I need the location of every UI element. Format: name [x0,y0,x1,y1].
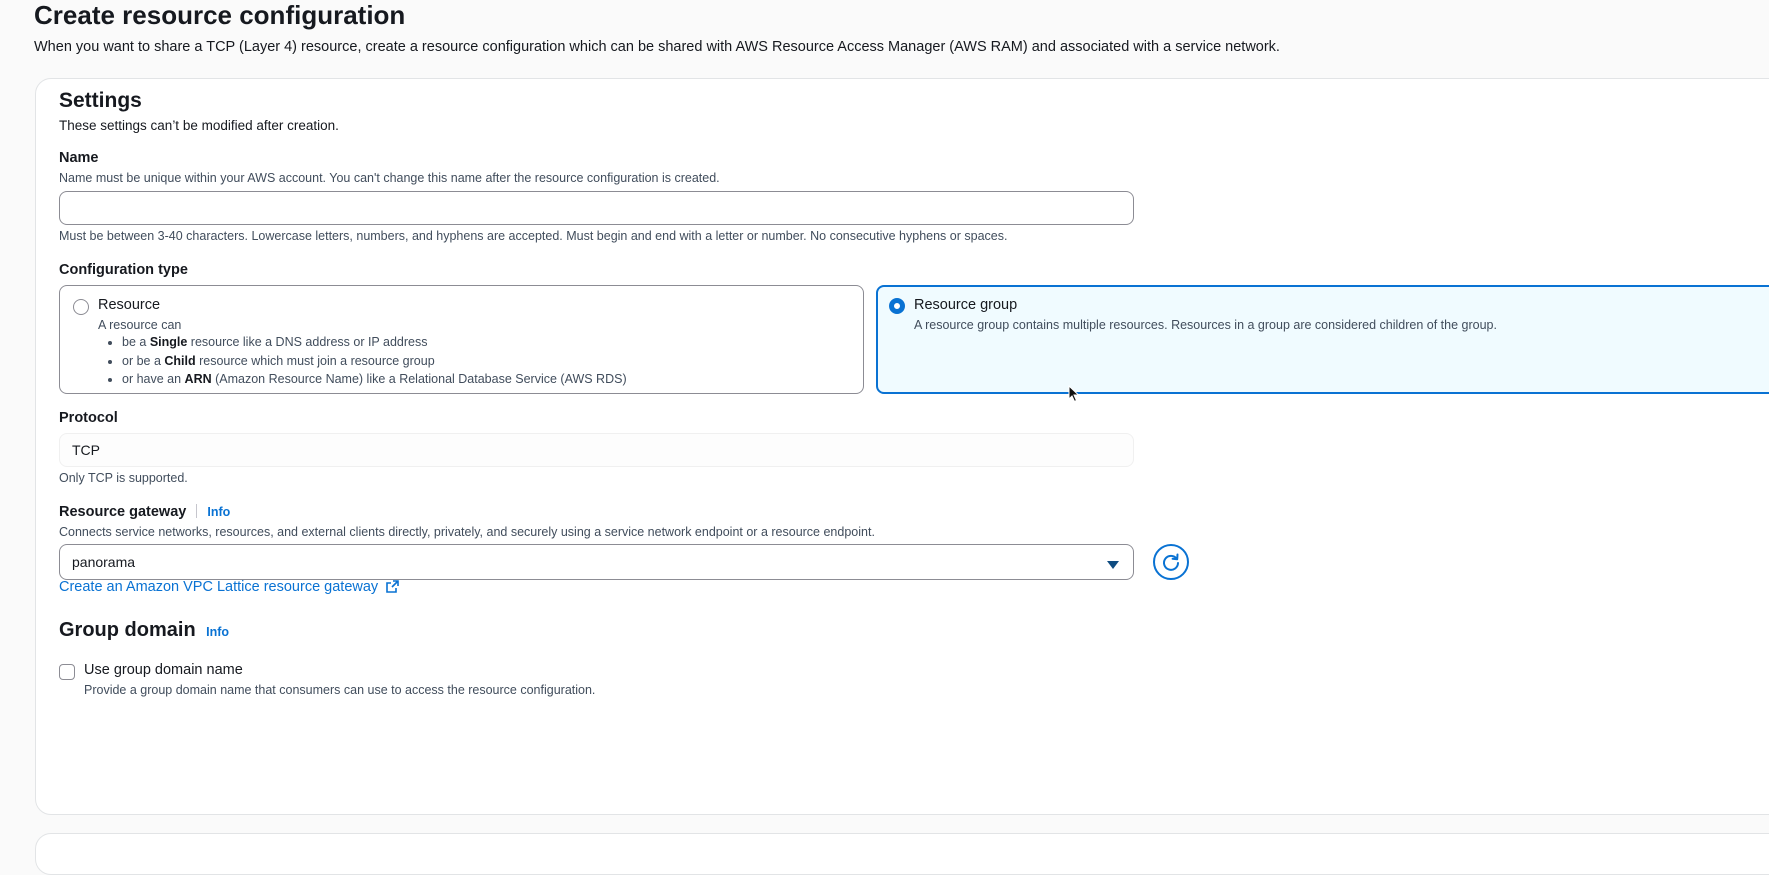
list-item: or be a Child resource which must join a… [122,352,627,371]
page-description: When you want to share a TCP (Layer 4) r… [34,39,1280,55]
resource-group-option-tile[interactable]: Resource group A resource group contains… [876,285,1769,394]
settings-panel: Settings These settings can’t be modifie… [35,78,1769,815]
resource-option-title: Resource [98,297,161,313]
resource-radio[interactable] [73,299,89,315]
group-domain-heading: Group domain [59,619,196,641]
resource-gateway-select[interactable]: panorama [59,544,1134,580]
resource-gateway-description: Connects service networks, resources, an… [59,525,875,539]
create-resource-gateway-link[interactable]: Create an Amazon VPC Lattice resource ga… [59,579,378,595]
resource-gateway-label-row: Resource gateway Info [59,504,230,520]
resource-group-option-title: Resource group [914,297,1018,313]
resource-gateway-info-link[interactable]: Info [207,505,230,519]
name-constraint-text: Must be between 3-40 characters. Lowerca… [59,229,1008,243]
resource-group-option-description: A resource group contains multiple resou… [914,318,1497,332]
group-domain-info-link[interactable]: Info [206,625,229,639]
label-divider [196,504,198,518]
resource-gateway-selected-value: panorama [72,554,136,570]
caret-down-icon [1107,557,1119,575]
resource-gateway-label: Resource gateway [59,504,187,520]
create-resource-gateway-link-row[interactable]: Create an Amazon VPC Lattice resource ga… [59,579,400,597]
mouse-cursor-icon [1068,384,1080,408]
group-domain-heading-row: Group domain Info [59,619,229,642]
list-item: be a Single resource like a DNS address … [122,333,627,352]
page-title: Create resource configuration [34,0,406,30]
protocol-value: TCP [72,442,100,458]
next-section-panel [35,833,1769,875]
use-group-domain-checkbox[interactable] [59,664,75,680]
name-description: Name must be unique within your AWS acco… [59,171,720,185]
resource-option-bullets: be a Single resource like a DNS address … [106,333,627,389]
resource-option-tile[interactable]: Resource A resource can be a Single reso… [59,285,864,394]
name-input[interactable] [59,191,1134,225]
protocol-field: TCP [59,433,1134,467]
refresh-button[interactable] [1153,544,1189,580]
protocol-label: Protocol [59,410,118,426]
settings-description: These settings can’t be modified after c… [59,118,339,133]
name-label: Name [59,150,99,166]
resource-group-radio[interactable] [889,298,905,314]
use-group-domain-label[interactable]: Use group domain name [84,662,243,678]
protocol-hint: Only TCP is supported. [59,471,188,485]
list-item: or have an ARN (Amazon Resource Name) li… [122,370,627,389]
external-link-icon [386,580,400,597]
settings-heading: Settings [59,89,142,112]
use-group-domain-description: Provide a group domain name that consume… [84,683,596,697]
configuration-type-label: Configuration type [59,262,188,278]
refresh-icon [1163,553,1179,571]
resource-option-intro: A resource can [98,318,182,332]
